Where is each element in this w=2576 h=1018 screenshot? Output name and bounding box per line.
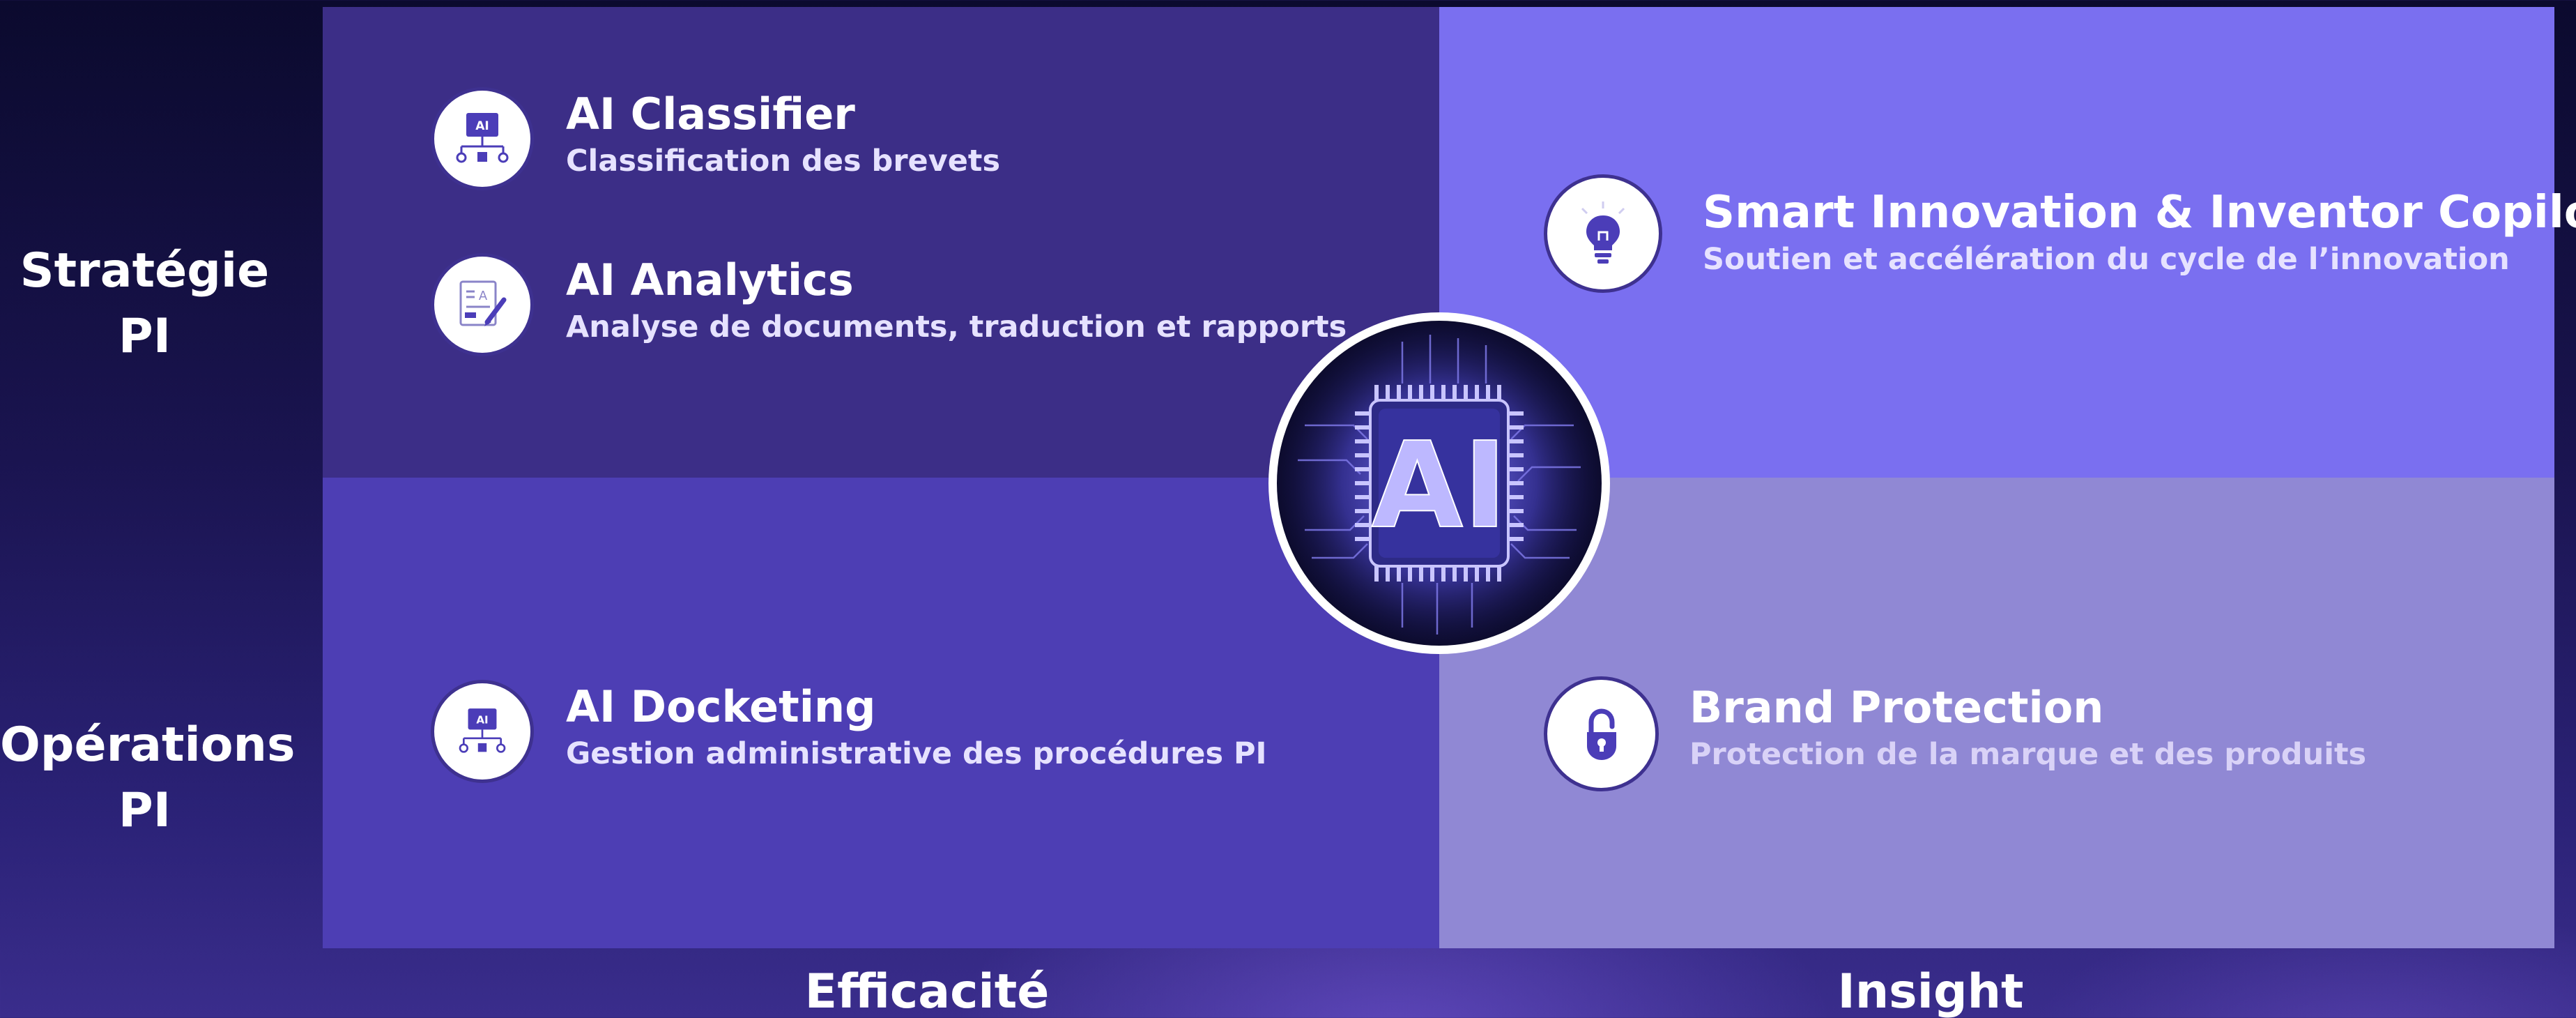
card-title: AI Classifier — [566, 89, 855, 139]
ai-hierarchy-icon: AI — [431, 680, 534, 783]
quadrant-strategie-insight: Smart Innovation & Inventor Copilot Sout… — [1439, 7, 2576, 478]
ai-chip-image: AI — [1277, 321, 1602, 646]
card-subtitle: Analyse de documents, traduction et rapp… — [566, 310, 1347, 344]
quadrant-strategie-efficacite: AI AI Classifier Classification des brev… — [323, 7, 1439, 478]
quadrant-operations-efficacite: AI AI Docketing Gestion administrative d… — [323, 478, 1439, 948]
card-text: AI Docketing Gestion administrative des … — [566, 680, 1267, 773]
padlock-icon — [1544, 676, 1659, 791]
card-ai-analytics[interactable]: A AI Analytics Analyse de documents, tra… — [431, 253, 1347, 356]
card-subtitle: Protection de la marque et des produits — [1689, 737, 2367, 772]
ai-chip-badge: AI — [1268, 312, 1610, 654]
column-label-efficacite: Efficacité — [804, 964, 1050, 1018]
card-title: AI Docketing — [566, 681, 876, 732]
card-smart-innovation[interactable]: Smart Innovation & Inventor Copilot Sout… — [1544, 174, 2576, 293]
card-ai-classifier[interactable]: AI AI Classifier Classification des brev… — [431, 87, 1000, 190]
svg-text:A: A — [479, 289, 488, 303]
lightbulb-icon — [1544, 174, 1662, 293]
card-text: AI Classifier Classification des brevets — [566, 87, 1000, 181]
svg-text:AI: AI — [476, 713, 488, 726]
row-label-line2: PI — [118, 783, 171, 838]
row-label-operations: Opérations PI — [0, 713, 296, 844]
row-label-line1: Opérations — [0, 717, 296, 773]
ai-hierarchy-icon: AI — [431, 87, 534, 190]
ai-chip-icon: AI — [1277, 321, 1602, 646]
card-title: Brand Protection — [1689, 682, 2104, 733]
row-label-line1: Stratégie — [20, 243, 270, 298]
svg-text:AI: AI — [475, 119, 489, 133]
card-title: AI Analytics — [566, 254, 854, 305]
card-text: Brand Protection Protection de la marque… — [1689, 681, 2366, 774]
ai-chip-label: AI — [1372, 417, 1508, 555]
card-text: AI Analytics Analyse de documents, tradu… — [566, 253, 1347, 347]
document-pen-icon: A — [431, 253, 534, 356]
card-subtitle: Soutien et accélération du cycle de l’in… — [1703, 242, 2510, 277]
column-label-insight: Insight — [1837, 964, 2024, 1018]
card-brand-protection[interactable]: Brand Protection Protection de la marque… — [1544, 676, 2366, 791]
row-label-strategie: Stratégie PI — [0, 238, 289, 370]
card-title: Smart Innovation & Inventor Copilot — [1703, 187, 2576, 238]
card-subtitle: Gestion administrative des procédures PI — [566, 736, 1267, 771]
card-text: Smart Innovation & Inventor Copilot Sout… — [1703, 185, 2576, 279]
quadrant-operations-insight: Brand Protection Protection de la marque… — [1439, 478, 2554, 948]
card-ai-docketing[interactable]: AI AI Docketing Gestion administrative d… — [431, 680, 1267, 783]
row-label-line2: PI — [118, 309, 171, 364]
card-subtitle: Classification des brevets — [566, 144, 1001, 178]
